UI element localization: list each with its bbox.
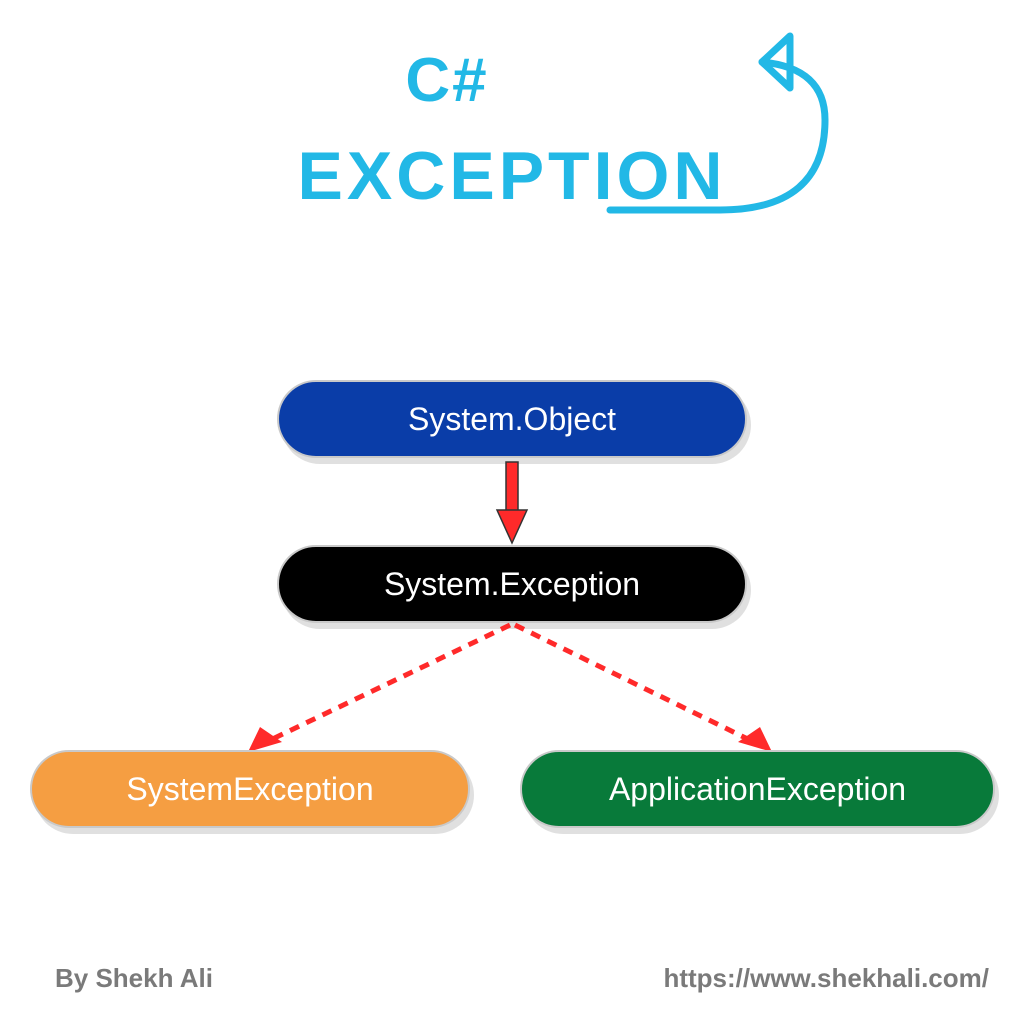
loop-arrow-icon: [590, 30, 870, 250]
node-applicationexception: ApplicationException: [520, 750, 995, 828]
node-label: System.Exception: [384, 566, 640, 603]
footer-url: https://www.shekhali.com/: [663, 963, 989, 994]
title-line-1: C#: [405, 50, 488, 112]
title-line-2: EXCEPTION: [0, 142, 1024, 210]
arrow-down-icon: [495, 460, 529, 545]
node-label: System.Object: [408, 401, 616, 438]
footer-author: By Shekh Ali: [55, 963, 213, 994]
node-system-object: System.Object: [277, 380, 747, 458]
node-label: ApplicationException: [609, 771, 906, 808]
node-system-exception: System.Exception: [277, 545, 747, 623]
node-label: SystemException: [126, 771, 373, 808]
branching-arrows-icon: [200, 620, 820, 770]
diagram-title: C# EXCEPTION: [0, 50, 1024, 210]
node-systemexception: SystemException: [30, 750, 470, 828]
